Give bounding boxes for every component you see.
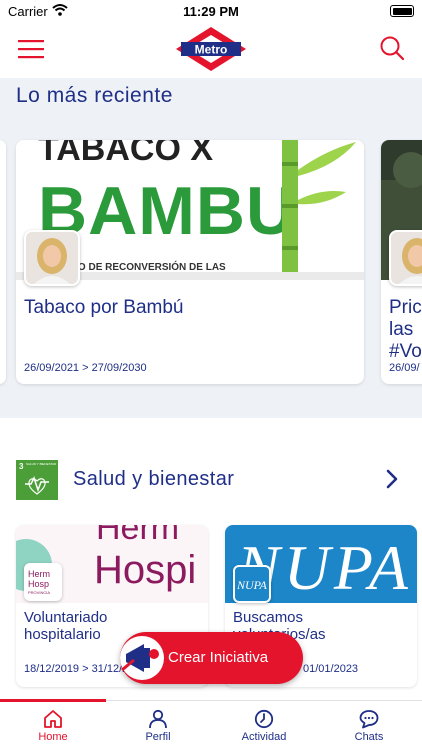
- card-title-line: las: [389, 319, 414, 340]
- tab-chats[interactable]: Chats: [316, 701, 422, 750]
- org-avatar: Herm Hosp PROVINCIA: [24, 563, 62, 601]
- tab-chats-label: Chats: [354, 731, 384, 743]
- recent-card-peek-left[interactable]: [0, 140, 6, 384]
- recent-title: Lo más reciente: [16, 84, 173, 107]
- clock-time: 11:29 PM: [183, 4, 239, 19]
- author-avatar: [24, 230, 80, 286]
- author-photo: [391, 232, 422, 284]
- author-avatar: [389, 230, 422, 286]
- create-initiative-label: Crear Iniciativa: [168, 649, 269, 666]
- person-icon: [149, 709, 167, 729]
- card-dates: 26/09/: [389, 362, 420, 374]
- card-title-line: #Vo: [389, 341, 422, 362]
- card-title-line2: hospitalario: [24, 626, 101, 643]
- org-logo-text: NUPA: [236, 578, 267, 592]
- tab-perfil[interactable]: Perfil: [105, 701, 211, 750]
- status-bar: Carrier 11:29 PM: [0, 0, 422, 24]
- tab-home[interactable]: Home: [0, 701, 106, 750]
- top-nav: Metro: [0, 24, 422, 78]
- metro-logo: Metro: [176, 27, 246, 71]
- ods-text: SALUD Y BIENESTAR: [26, 462, 57, 466]
- tab-actividad-label: Actividad: [241, 731, 287, 743]
- author-photo: [26, 232, 78, 284]
- org-logo-text-2: Hosp: [28, 579, 49, 589]
- org-logo-text-1: Herm: [28, 569, 50, 579]
- org-logo-text-3: PROVINCIA: [28, 590, 50, 595]
- logo-text: Metro: [195, 43, 228, 57]
- tab-bar: Home Perfil Actividad Chats: [0, 699, 422, 750]
- tab-perfil-label: Perfil: [145, 731, 171, 743]
- ods-badge: 3 SALUD Y BIENESTAR: [16, 460, 58, 500]
- card-image-text-sub: TO DE RECONVERSIÓN DE LAS: [72, 260, 226, 273]
- card-dates: 18/12/2019 > 31/12/2: [24, 663, 129, 675]
- card-image-text-top: Herm: [96, 525, 179, 547]
- card-title-line1: Voluntariado: [24, 609, 108, 626]
- recent-card-peek-right[interactable]: Pric las #Vo 26/09/: [381, 140, 422, 384]
- home-icon: [44, 710, 62, 728]
- org-logo: Herm Hosp PROVINCIA: [26, 565, 60, 599]
- ods-number: 3: [19, 462, 24, 471]
- battery-icon: [390, 5, 414, 17]
- megaphone-icon: [120, 636, 164, 680]
- menu-icon[interactable]: [18, 38, 44, 60]
- org-avatar: NUPA: [233, 565, 271, 603]
- card-title-line1: Buscamos: [233, 609, 304, 626]
- tab-home-label: Home: [38, 731, 68, 743]
- search-icon[interactable]: [378, 34, 406, 62]
- org-logo: NUPA: [235, 567, 269, 601]
- card-title-line: Pric: [389, 297, 422, 318]
- chat-icon: [359, 710, 379, 729]
- heartbeat-icon: 3 SALUD Y BIENESTAR: [19, 462, 57, 495]
- card-dates: 01/01/2023: [303, 663, 359, 675]
- card-image-text-top: TABACO X: [38, 140, 213, 168]
- card-image-text-main: Hospi: [94, 548, 196, 592]
- card-title: Tabaco por Bambú: [24, 297, 184, 318]
- card-dates: 26/09/2021 > 27/09/2030: [24, 362, 147, 374]
- create-initiative-button[interactable]: Crear Iniciativa: [120, 632, 303, 684]
- recent-card[interactable]: TABACO X BAMBU TO DE RECONVERSIÓN DE LAS…: [16, 140, 364, 384]
- chevron-right-icon[interactable]: [384, 468, 400, 490]
- clock-icon: [254, 709, 274, 729]
- category-title: Salud y bienestar: [73, 468, 235, 490]
- tab-actividad[interactable]: Actividad: [211, 701, 317, 750]
- recent-section: Lo más reciente TABACO X BAMBU TO DE REC…: [0, 78, 422, 418]
